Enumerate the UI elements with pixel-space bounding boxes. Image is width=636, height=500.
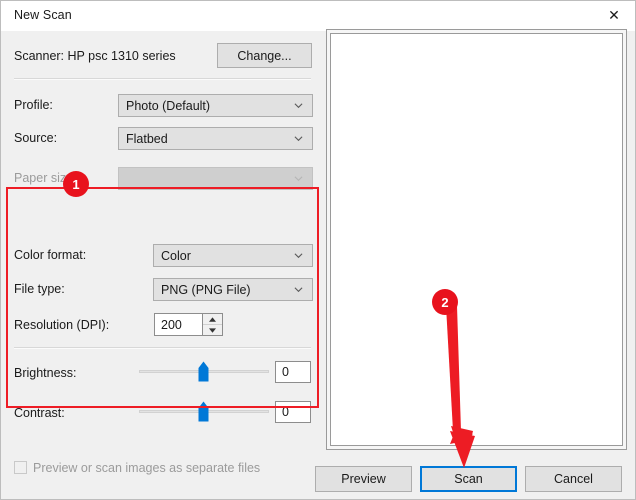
slider-thumb[interactable] xyxy=(198,401,209,422)
preview-button[interactable]: Preview xyxy=(315,466,412,492)
source-dropdown[interactable]: Flatbed xyxy=(118,127,313,150)
new-scan-dialog: New Scan ✕ Scanner: HP psc 1310 series C… xyxy=(0,0,636,500)
brightness-value-field[interactable]: 0 xyxy=(275,361,311,383)
resolution-value: 200 xyxy=(161,317,182,332)
chevron-down-icon xyxy=(294,101,303,110)
stepper-up-icon[interactable] xyxy=(203,314,222,325)
divider-top xyxy=(14,78,311,80)
scan-button[interactable]: Scan xyxy=(420,466,517,492)
separate-files-label: Preview or scan images as separate files xyxy=(33,461,261,475)
resolution-stepper[interactable] xyxy=(202,314,222,335)
close-icon: ✕ xyxy=(608,8,620,24)
change-scanner-button[interactable]: Change... xyxy=(217,43,312,68)
source-label: Source: xyxy=(14,131,58,145)
window-title: New Scan xyxy=(14,8,72,22)
cancel-button[interactable]: Cancel xyxy=(525,466,622,492)
resolution-label: Resolution (DPI): xyxy=(14,318,110,332)
preview-canvas[interactable] xyxy=(330,33,623,446)
resolution-spinner[interactable]: 200 xyxy=(154,313,223,336)
color-format-label: Color format: xyxy=(14,248,87,262)
chevron-down-icon xyxy=(294,174,303,183)
title-bar: New Scan ✕ xyxy=(1,1,635,31)
contrast-label: Contrast: xyxy=(14,406,65,420)
separate-files-checkbox xyxy=(14,461,27,474)
paper-size-dropdown xyxy=(118,167,313,190)
brightness-label: Brightness: xyxy=(14,366,77,380)
chevron-down-icon xyxy=(294,251,303,260)
stepper-down-icon[interactable] xyxy=(203,325,222,335)
contrast-slider[interactable] xyxy=(139,400,269,422)
brightness-value: 0 xyxy=(282,365,289,379)
settings-panel: Scanner: HP psc 1310 series Change... Pr… xyxy=(1,31,323,499)
preview-pane[interactable] xyxy=(326,29,627,450)
file-type-value: PNG (PNG File) xyxy=(161,282,251,297)
profile-label: Profile: xyxy=(14,98,53,112)
chevron-down-icon xyxy=(294,285,303,294)
profile-dropdown[interactable]: Photo (Default) xyxy=(118,94,313,117)
divider-middle xyxy=(14,347,311,349)
paper-size-label: Paper size: xyxy=(14,171,77,185)
profile-value: Photo (Default) xyxy=(126,98,211,113)
color-format-dropdown[interactable]: Color xyxy=(153,244,313,267)
slider-thumb[interactable] xyxy=(198,361,209,382)
chevron-down-icon xyxy=(294,134,303,143)
contrast-value-field[interactable]: 0 xyxy=(275,401,311,423)
brightness-slider[interactable] xyxy=(139,360,269,382)
file-type-dropdown[interactable]: PNG (PNG File) xyxy=(153,278,313,301)
scanner-label: Scanner: HP psc 1310 series xyxy=(14,49,176,63)
source-value: Flatbed xyxy=(126,131,168,146)
color-format-value: Color xyxy=(161,248,191,263)
contrast-value: 0 xyxy=(282,405,289,419)
close-button[interactable]: ✕ xyxy=(591,1,635,31)
file-type-label: File type: xyxy=(14,282,65,296)
